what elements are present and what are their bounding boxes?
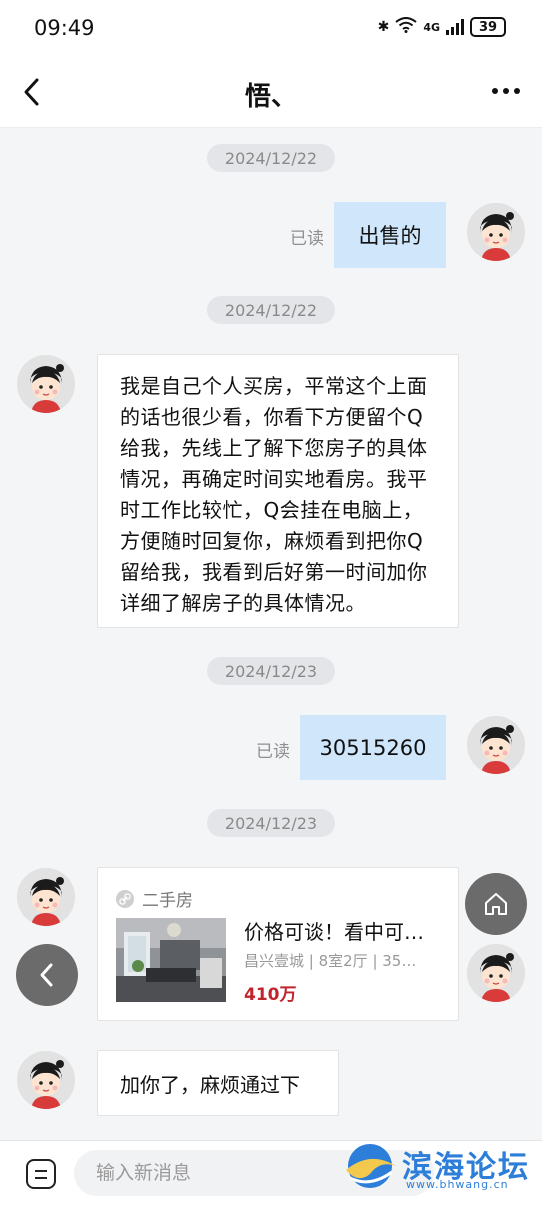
my-avatar[interactable]	[467, 203, 525, 261]
date-divider: 2024/12/22	[207, 144, 335, 172]
avatar-icon	[467, 944, 525, 1002]
avatar-icon	[467, 203, 525, 261]
contact-message-bubble[interactable]: 加你了，麻烦通过下	[97, 1050, 339, 1116]
emoji-icon-line	[35, 1177, 47, 1179]
my-message-bubble[interactable]: 出售的	[334, 202, 446, 268]
message-text: 我是自己个人买房，平常这个上面的话也很少看，你看下方便留个Q给我，先线上了解下您…	[120, 374, 428, 615]
house-listing-card[interactable]: 二手房 价格可谈！看中可… 昌兴壹城 | 8室2厅 | 35… 410万	[97, 867, 459, 1021]
battery-icon: 39	[470, 17, 506, 37]
avatar-icon	[17, 868, 75, 926]
more-icon-dot	[503, 88, 509, 94]
contact-message-bubble[interactable]: 我是自己个人买房，平常这个上面的话也很少看，你看下方便留个Q给我，先线上了解下您…	[97, 354, 459, 628]
message-text: 30515260	[319, 735, 427, 760]
message-text: 出售的	[358, 224, 422, 248]
contact-avatar[interactable]	[17, 868, 75, 926]
house-photo	[116, 918, 226, 1002]
date-divider: 2024/12/23	[207, 809, 335, 837]
status-time: 09:49	[34, 16, 95, 40]
status-icons: ✱ 4G 39	[378, 17, 506, 37]
listing-price: 410万	[244, 985, 297, 1005]
my-avatar[interactable]	[467, 944, 525, 1002]
wifi-icon	[395, 17, 417, 37]
floating-back-button[interactable]	[16, 944, 78, 1006]
home-button[interactable]	[465, 873, 527, 935]
signal-icon	[446, 19, 464, 35]
my-avatar[interactable]	[467, 716, 525, 774]
watermark-url: www.bhwang.cn	[406, 1178, 509, 1191]
more-icon-dot	[514, 88, 520, 94]
network-label: 4G	[423, 20, 440, 34]
card-tag: 二手房	[142, 891, 193, 911]
contact-avatar[interactable]	[17, 1051, 75, 1109]
emoji-button[interactable]	[26, 1159, 56, 1189]
bluetooth-icon: ✱	[377, 19, 390, 35]
card-header: 二手房	[116, 886, 193, 911]
nav-bar: 悟、	[0, 56, 542, 128]
avatar-icon	[17, 1051, 75, 1109]
avatar-icon	[17, 355, 75, 413]
listing-title: 价格可谈！看中可…	[244, 920, 424, 944]
my-message-bubble[interactable]: 30515260	[300, 715, 446, 780]
watermark-logo-icon	[346, 1144, 396, 1188]
status-bar: 09:49 ✱ 4G 39	[0, 0, 542, 56]
read-status: 已读	[290, 229, 324, 249]
more-button[interactable]	[486, 76, 526, 106]
forum-watermark: 滨海论坛 www.bhwang.cn	[340, 1140, 530, 1196]
more-icon	[492, 88, 498, 94]
message-text: 加你了，麻烦通过下	[120, 1072, 300, 1097]
home-icon	[485, 893, 507, 915]
date-divider: 2024/12/23	[207, 657, 335, 685]
battery-level: 39	[478, 19, 498, 35]
read-status: 已读	[256, 742, 290, 762]
chat-title: 悟、	[244, 82, 297, 112]
date-divider: 2024/12/22	[207, 296, 335, 324]
link-icon	[116, 889, 134, 908]
chevron-left-icon	[40, 963, 53, 987]
avatar-icon	[467, 716, 525, 774]
listing-details: 昌兴壹城 | 8室2厅 | 35…	[244, 952, 417, 970]
contact-avatar[interactable]	[17, 355, 75, 413]
emoji-icon	[35, 1170, 47, 1172]
